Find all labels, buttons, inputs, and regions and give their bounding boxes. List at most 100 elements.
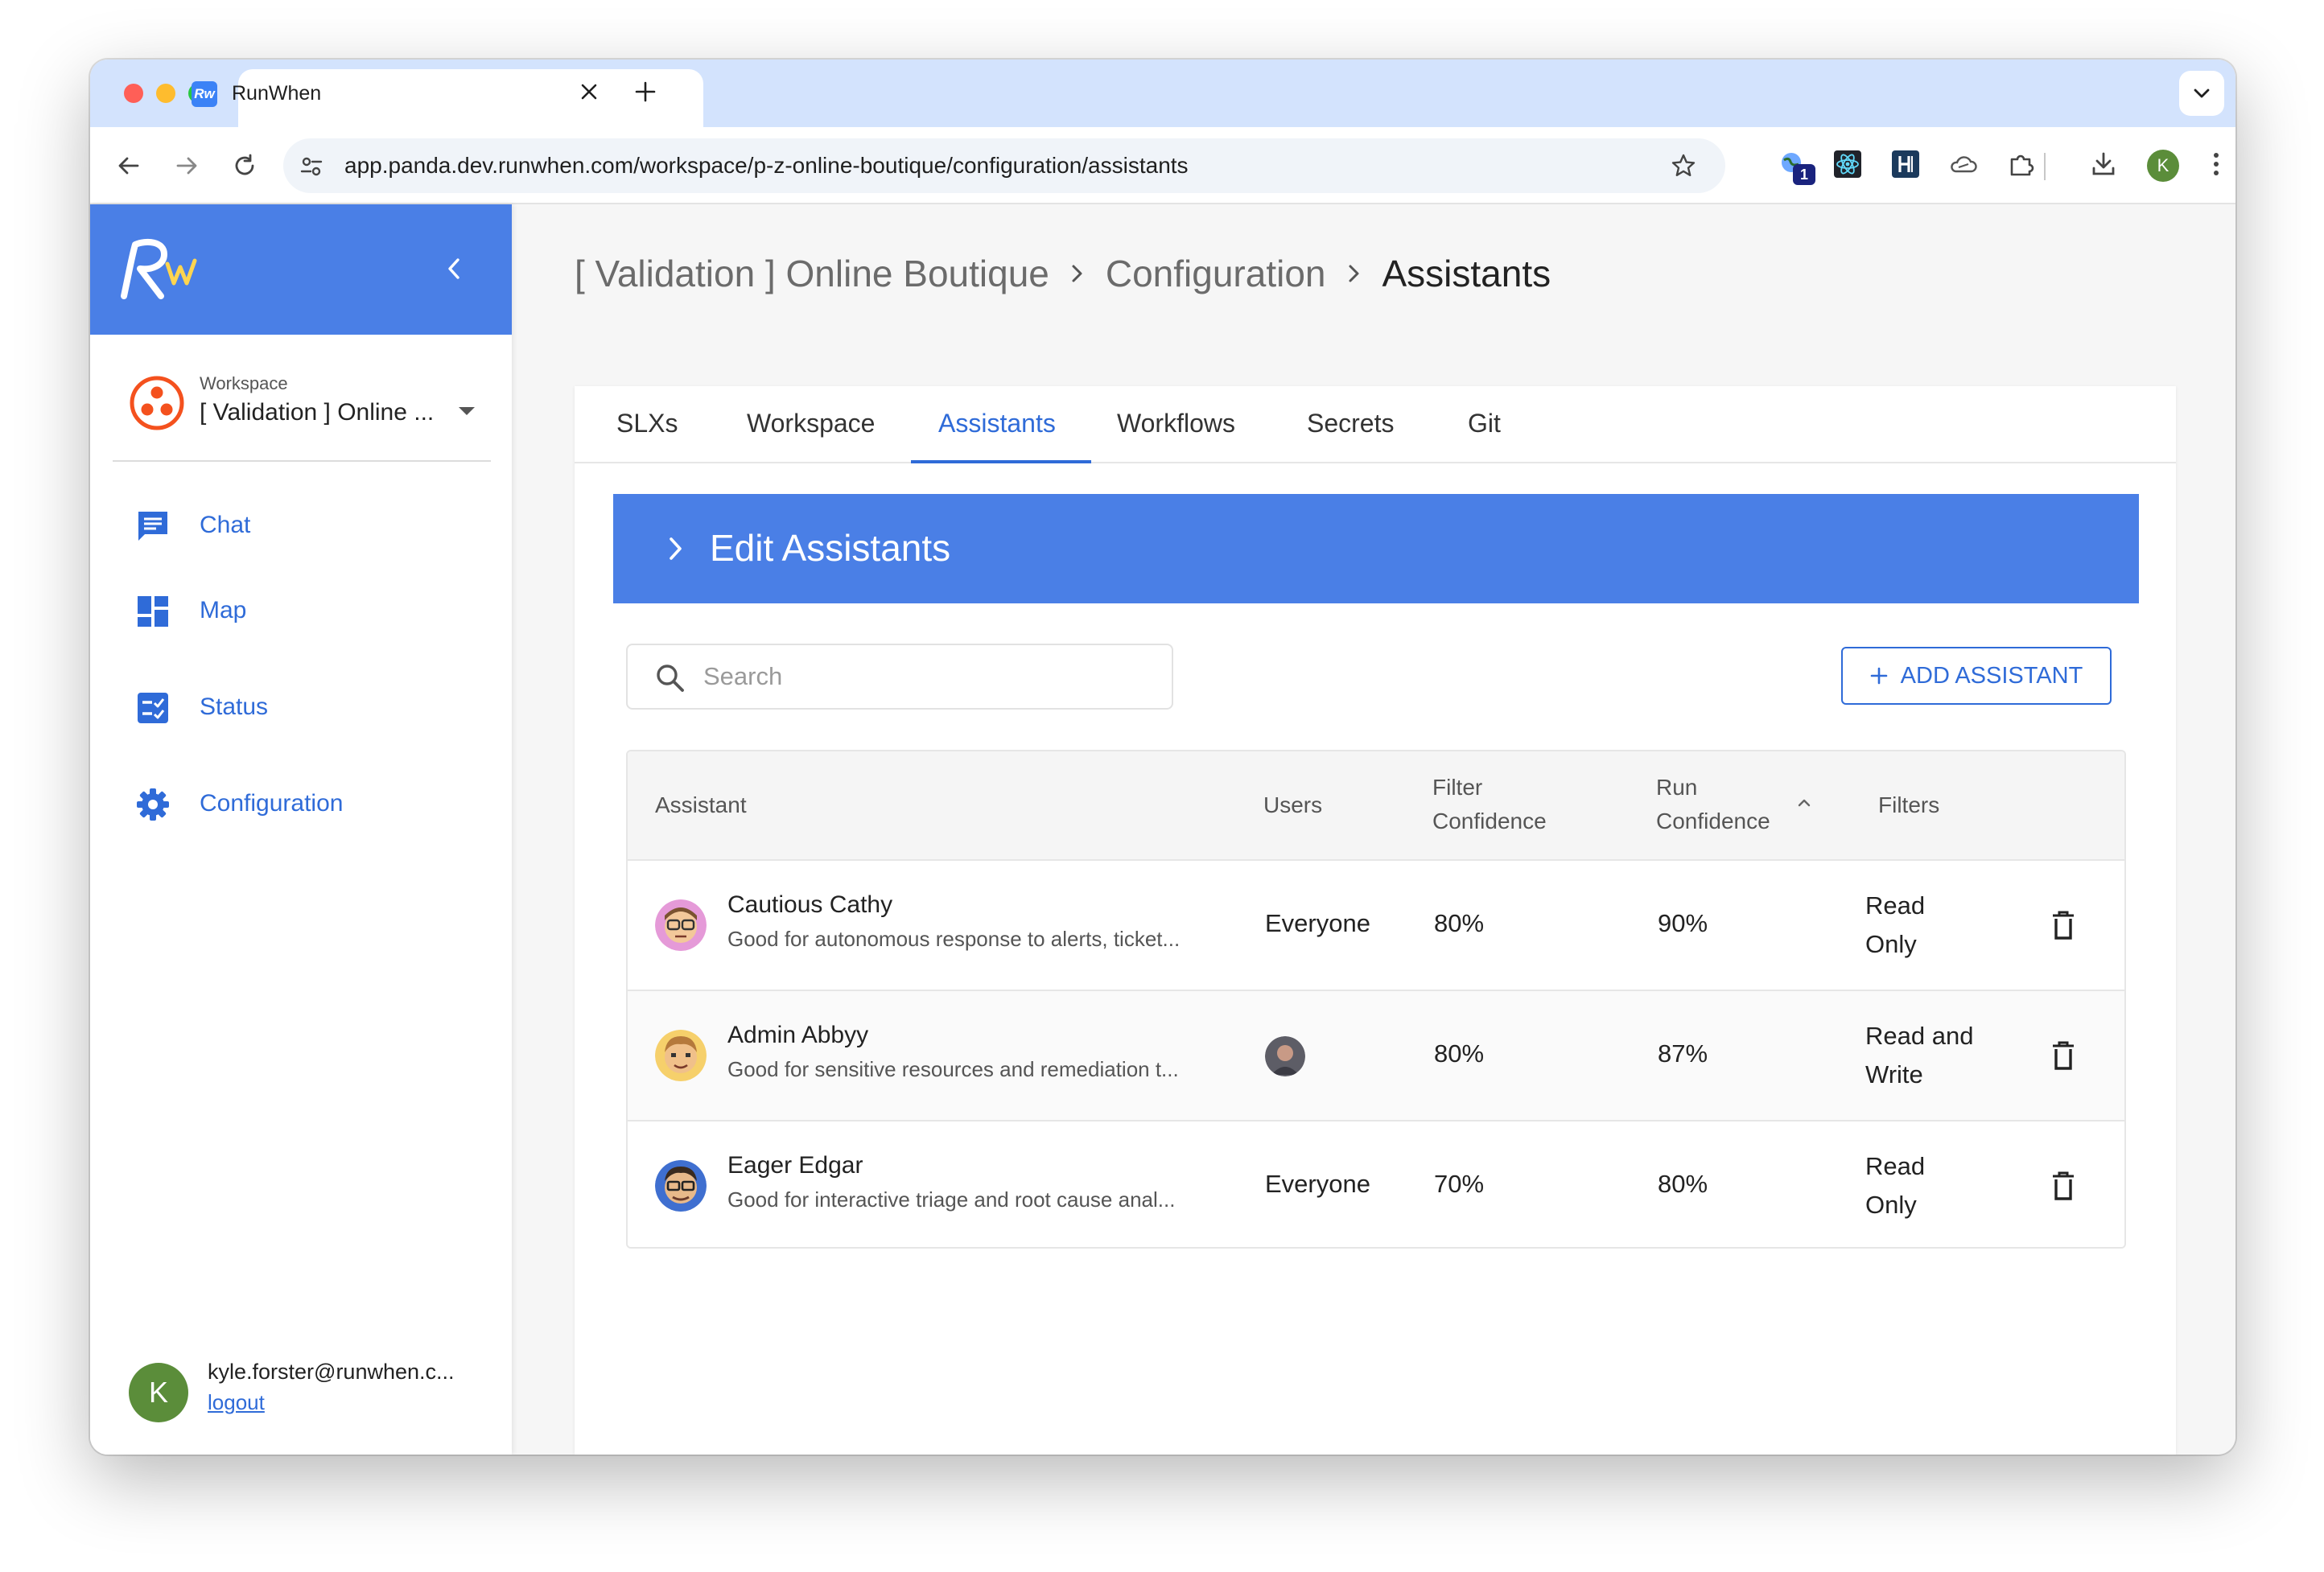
logout-link[interactable]: logout — [208, 1390, 265, 1415]
user-email: kyle.forster@runwhen.c... — [208, 1360, 455, 1384]
active-tab-indicator — [911, 460, 1091, 463]
extension-h-icon[interactable] — [1889, 148, 1922, 180]
sort-ascending-icon[interactable] — [1795, 793, 1814, 813]
add-assistant-label: ADD ASSISTANT — [1900, 662, 2083, 689]
minimize-window-button[interactable] — [156, 84, 175, 103]
extension-badge: 1 — [1793, 164, 1815, 185]
tab-close-icon[interactable] — [573, 76, 605, 108]
add-assistant-button[interactable]: ADD ASSISTANT — [1841, 647, 2112, 705]
url-text: app.panda.dev.runwhen.com/workspace/p-z-… — [344, 153, 1189, 178]
column-header-users[interactable]: Users — [1263, 788, 1322, 822]
back-arrow-icon[interactable] — [113, 150, 145, 182]
chevron-down-icon — [2194, 88, 2210, 98]
extensions-puzzle-icon[interactable] — [2005, 148, 2038, 180]
close-window-button[interactable] — [124, 84, 143, 103]
sidebar-item-configuration[interactable]: Configuration — [90, 771, 512, 835]
search-box — [626, 644, 1173, 710]
sidebar-item-label: Map — [200, 597, 247, 623]
browser-menu-icon[interactable] — [2200, 148, 2232, 180]
sidebar-item-label: Status — [200, 693, 269, 720]
assistant-filters: Read Only — [1865, 887, 1994, 964]
run-confidence: 80% — [1658, 1170, 1708, 1198]
tab-title: RunWhen — [232, 82, 322, 105]
tab-workspace[interactable]: Workspace — [747, 409, 875, 438]
assistant-users: Everyone — [1265, 1170, 1370, 1198]
delete-button[interactable] — [2046, 907, 2081, 943]
sidebar-item-label: Configuration — [200, 790, 344, 817]
sidebar-item-label: Chat — [200, 512, 251, 538]
site-settings-icon[interactable] — [299, 154, 323, 179]
bookmark-star-icon[interactable] — [1671, 153, 1696, 179]
sidebar-header — [90, 204, 512, 335]
map-icon — [135, 594, 171, 629]
sidebar-item-map[interactable]: Map — [90, 578, 512, 642]
assistant-description: Good for sensitive resources and remedia… — [727, 1057, 1179, 1081]
react-devtools-icon[interactable] — [1832, 148, 1864, 180]
reload-icon[interactable] — [229, 150, 261, 182]
tab-assistants[interactable]: Assistants — [938, 409, 1056, 438]
filter-line: Read — [1865, 1152, 1926, 1180]
delete-button[interactable] — [2046, 1168, 2081, 1204]
section-title: Edit Assistants — [710, 527, 951, 569]
column-header-line: Confidence — [1656, 809, 1770, 833]
sidebar-item-status[interactable]: Status — [90, 674, 512, 739]
new-tab-icon[interactable] — [628, 74, 663, 109]
sidebar-item-chat[interactable]: Chat — [90, 492, 512, 557]
browser-profile-avatar[interactable]: K — [2147, 150, 2179, 182]
assistant-users: Everyone — [1265, 909, 1370, 937]
table-row[interactable]: Admin Abbyy Good for sensitive resources… — [628, 990, 2124, 1120]
chevron-right-icon[interactable] — [660, 533, 692, 565]
column-header-run-confidence[interactable]: Run Confidence — [1656, 771, 1770, 838]
assistant-avatar-cathy — [655, 899, 707, 951]
dropdown-caret-icon[interactable] — [459, 407, 475, 415]
tab-slxs[interactable]: SLXs — [616, 409, 678, 438]
forward-arrow-icon[interactable] — [171, 150, 203, 182]
config-tabs: SLXs Workspace Assistants Workflows Secr… — [575, 386, 2176, 463]
extension-cloud-icon[interactable] — [1947, 148, 1980, 180]
workspace-selector[interactable]: [ Validation ] Online ... — [200, 399, 434, 426]
trash-icon — [2053, 1041, 2074, 1070]
table-header: Assistant Users Filter Confidence Run Co… — [628, 751, 2124, 859]
plus-icon — [1870, 667, 1887, 685]
table-row[interactable]: Eager Edgar Good for interactive triage … — [628, 1120, 2124, 1247]
user-photo-avatar — [1265, 1036, 1305, 1076]
tab-secrets[interactable]: Secrets — [1307, 409, 1394, 438]
search-input[interactable] — [703, 645, 1154, 708]
assistant-name: Cautious Cathy — [727, 891, 893, 918]
extension-globe-icon[interactable]: 1 — [1777, 148, 1815, 185]
assistants-table: Assistant Users Filter Confidence Run Co… — [626, 750, 2126, 1249]
chevron-right-icon — [1070, 263, 1085, 284]
column-header-filter-confidence[interactable]: Filter Confidence — [1432, 771, 1547, 838]
tab-workflows[interactable]: Workflows — [1117, 409, 1235, 438]
column-header-assistant[interactable]: Assistant — [655, 788, 747, 822]
breadcrumb-current: Assistants — [1382, 253, 1551, 294]
assistant-avatar-edgar — [655, 1160, 707, 1212]
filter-line: Only — [1865, 930, 1917, 958]
toolbar-separator — [2044, 153, 2046, 180]
column-header-filters[interactable]: Filters — [1878, 788, 1939, 822]
filter-line: Read — [1865, 891, 1926, 920]
assistant-name: Admin Abbyy — [727, 1022, 869, 1048]
table-row[interactable]: Cautious Cathy Good for autonomous respo… — [628, 859, 2124, 990]
app-area: Workspace [ Validation ] Online ... Chat… — [90, 204, 2235, 1455]
assistant-filters: Read Only — [1865, 1147, 1994, 1224]
search-icon — [657, 665, 684, 692]
trash-icon — [2053, 1171, 2074, 1200]
tab-search-button[interactable] — [2179, 71, 2224, 116]
user-avatar: K — [129, 1363, 188, 1422]
filter-confidence: 80% — [1434, 1039, 1485, 1068]
column-header-line: Filter — [1432, 775, 1483, 800]
breadcrumb-configuration[interactable]: Configuration — [1106, 252, 1326, 295]
tab-git[interactable]: Git — [1468, 409, 1501, 438]
edit-assistants-section-header[interactable]: Edit Assistants — [613, 494, 2139, 603]
delete-button[interactable] — [2046, 1038, 2081, 1073]
download-icon[interactable] — [2087, 148, 2120, 180]
assistant-filters: Read and Write — [1865, 1017, 1994, 1094]
assistant-description: Good for autonomous response to alerts, … — [727, 927, 1181, 951]
workspace-icon — [130, 376, 184, 430]
breadcrumb-workspace[interactable]: [ Validation ] Online Boutique — [575, 252, 1049, 295]
collapse-sidebar-button[interactable] — [438, 253, 470, 285]
address-bar[interactable]: app.panda.dev.runwhen.com/workspace/p-z-… — [283, 138, 1725, 193]
filter-confidence: 70% — [1434, 1170, 1485, 1198]
runwhen-logo-icon — [121, 238, 197, 299]
